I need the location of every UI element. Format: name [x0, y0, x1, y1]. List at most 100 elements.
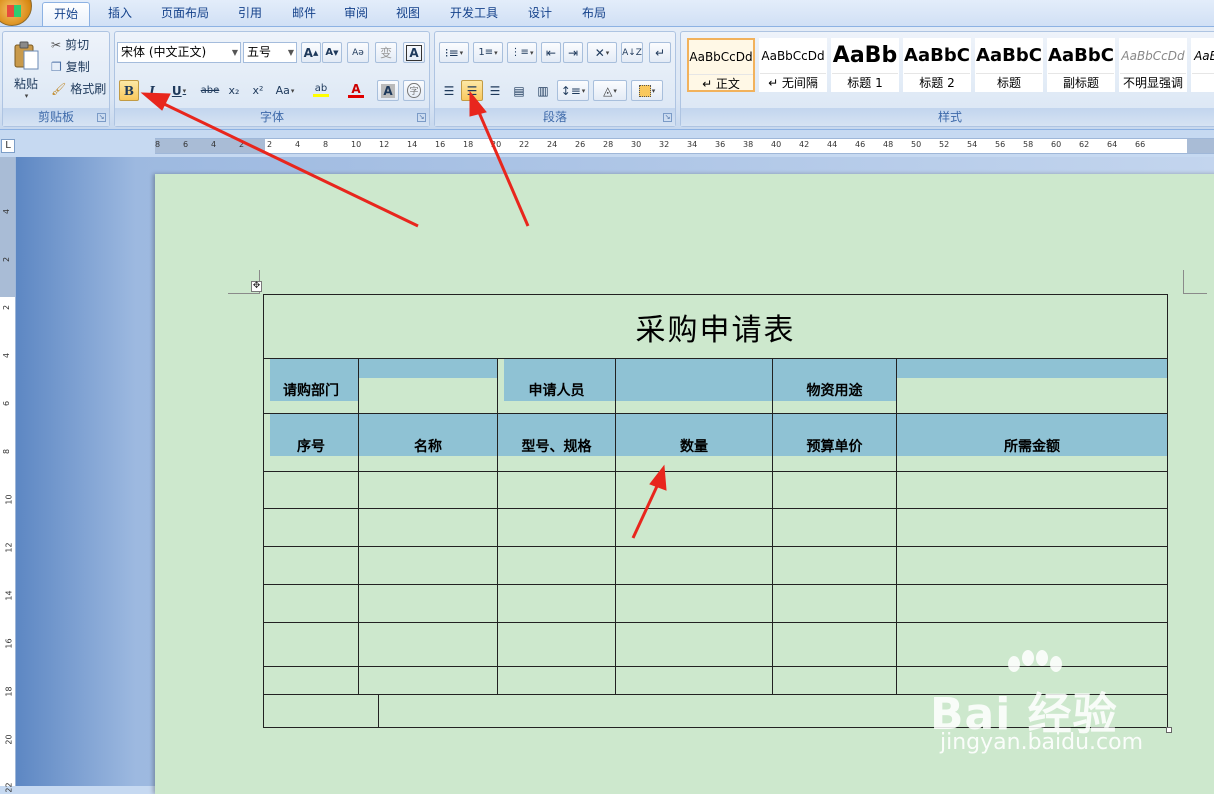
- table-header-cell[interactable]: 预算单价: [772, 413, 897, 472]
- table-cell[interactable]: [895, 358, 1169, 414]
- font-name-combo[interactable]: 宋体 (中文正文) ▼: [117, 42, 241, 63]
- table-cell[interactable]: [497, 622, 616, 667]
- table-cell[interactable]: [895, 471, 1169, 509]
- table-header-cell[interactable]: 所需金额: [895, 413, 1169, 472]
- change-case-button[interactable]: Aa ▾: [271, 80, 299, 101]
- tab-insert[interactable]: 插入: [100, 2, 140, 26]
- decrease-indent-button[interactable]: ⇤: [541, 42, 561, 63]
- table-cell[interactable]: [497, 508, 616, 547]
- table-cell[interactable]: [358, 358, 498, 414]
- style-no-spacing[interactable]: AaBbCcDd ↵ 无间隔: [759, 38, 827, 92]
- table-move-handle-icon[interactable]: ✥: [251, 281, 262, 292]
- paragraph-launcher-icon[interactable]: ↘: [663, 113, 672, 122]
- table-title[interactable]: 采购申请表: [262, 294, 1169, 359]
- tab-design[interactable]: 设计: [518, 2, 562, 26]
- table-cell[interactable]: [772, 546, 897, 585]
- sort-button[interactable]: A↓Z: [621, 42, 643, 63]
- table-cell[interactable]: [497, 471, 616, 509]
- table-cell[interactable]: [263, 471, 359, 509]
- character-border-button[interactable]: A: [403, 42, 425, 63]
- table-cell[interactable]: [497, 666, 616, 695]
- multilevel-list-button[interactable]: ⋮≡ ▾: [507, 42, 537, 63]
- strikethrough-button[interactable]: abe: [199, 80, 221, 101]
- table-cell[interactable]: [358, 471, 498, 509]
- style-title[interactable]: AaBbC 标题: [975, 38, 1043, 92]
- character-shading-button[interactable]: A: [377, 80, 399, 101]
- bold-button[interactable]: B: [119, 80, 139, 101]
- show-marks-button[interactable]: ↵: [649, 42, 671, 63]
- table-cell[interactable]: [772, 508, 897, 547]
- table-cell[interactable]: [772, 666, 897, 695]
- table-cell[interactable]: [615, 584, 773, 623]
- vertical-ruler[interactable]: 4 2 2 4 6 8 10 12 14 16 18 20 22: [0, 157, 16, 793]
- table-cell[interactable]: [358, 666, 498, 695]
- format-painter-button[interactable]: 🖌 格式刷: [51, 80, 106, 97]
- table-header-cell[interactable]: 型号、规格: [497, 413, 616, 472]
- tab-references[interactable]: 引用: [228, 2, 272, 26]
- phonetic-guide-button[interactable]: 变: [375, 42, 397, 63]
- table-cell[interactable]: [358, 584, 498, 623]
- font-size-combo[interactable]: 五号 ▼: [243, 42, 297, 63]
- table-cell[interactable]: [263, 666, 359, 695]
- table-cell[interactable]: [263, 508, 359, 547]
- copy-button[interactable]: ❐ 复制: [51, 58, 90, 75]
- table-cell[interactable]: [497, 546, 616, 585]
- style-emphasis[interactable]: AaB: [1191, 38, 1214, 92]
- style-heading-2[interactable]: AaBbC 标题 2: [903, 38, 971, 92]
- subscript-button[interactable]: x₂: [223, 80, 245, 101]
- table-header-cell[interactable]: 名称: [358, 413, 498, 472]
- tab-selector-button[interactable]: L: [1, 139, 15, 153]
- tab-home[interactable]: 开始: [42, 2, 90, 26]
- style-subtitle[interactable]: AaBbC 副标题: [1047, 38, 1115, 92]
- tab-review[interactable]: 审阅: [334, 2, 378, 26]
- enclose-characters-button[interactable]: 字: [403, 80, 425, 101]
- table-cell[interactable]: [615, 546, 773, 585]
- table-cell[interactable]: [772, 471, 897, 509]
- table-header-cell[interactable]: 序号: [263, 413, 359, 472]
- underline-button[interactable]: U ▾: [165, 80, 193, 101]
- table-cell[interactable]: [615, 358, 773, 414]
- table-cell[interactable]: [895, 584, 1169, 623]
- chinese-layout-button[interactable]: ✕ ▾: [587, 42, 617, 63]
- tab-layout[interactable]: 布局: [570, 2, 618, 26]
- line-spacing-button[interactable]: ↕≡ ▾: [557, 80, 589, 101]
- style-subtle-emphasis[interactable]: AaBbCcDd 不明显强调: [1119, 38, 1187, 92]
- align-left-button[interactable]: ☰: [439, 80, 459, 101]
- table-cell[interactable]: [615, 508, 773, 547]
- horizontal-ruler[interactable]: 8 6 4 2 2 4 8 10 12 14 16 18 20 22 24 26 28 30 32 34 36 38 40 4…: [155, 138, 1214, 154]
- table-cell[interactable]: [615, 471, 773, 509]
- table-cell[interactable]: [358, 508, 498, 547]
- table-cell[interactable]: 物资用途: [772, 358, 897, 414]
- justify-button[interactable]: ▤: [509, 80, 529, 101]
- table-cell[interactable]: 申请人员: [497, 358, 616, 414]
- tab-page-layout[interactable]: 页面布局: [152, 2, 218, 26]
- tab-view[interactable]: 视图: [386, 2, 430, 26]
- clipboard-launcher-icon[interactable]: ↘: [97, 113, 106, 122]
- increase-indent-button[interactable]: ⇥: [563, 42, 583, 63]
- table-cell[interactable]: [895, 508, 1169, 547]
- shrink-font-button[interactable]: A ▼: [322, 42, 342, 63]
- table-cell[interactable]: [615, 666, 773, 695]
- table-cell[interactable]: [615, 622, 773, 667]
- style-normal[interactable]: AaBbCcDd ↵ 正文: [687, 38, 755, 92]
- clear-format-button[interactable]: Aə: [347, 42, 369, 63]
- style-heading-1[interactable]: AaBb 标题 1: [831, 38, 899, 92]
- tab-developer[interactable]: 开发工具: [440, 2, 508, 26]
- table-cell[interactable]: [358, 546, 498, 585]
- table-cell[interactable]: [895, 546, 1169, 585]
- office-button[interactable]: [0, 0, 32, 26]
- table-cell[interactable]: [263, 546, 359, 585]
- paste-dropdown-icon[interactable]: ▾: [25, 92, 29, 100]
- table-cell[interactable]: [263, 584, 359, 623]
- grow-font-button[interactable]: A ▲: [301, 42, 321, 63]
- align-center-button[interactable]: ☰: [461, 80, 483, 101]
- borders-button[interactable]: ▾: [631, 80, 663, 101]
- distributed-button[interactable]: ▥: [533, 80, 553, 101]
- tab-mailings[interactable]: 邮件: [282, 2, 326, 26]
- superscript-button[interactable]: x²: [247, 80, 269, 101]
- italic-button[interactable]: I: [142, 80, 162, 101]
- table-cell[interactable]: [358, 622, 498, 667]
- table-header-cell[interactable]: 数量: [615, 413, 773, 472]
- numbering-button[interactable]: 1≡ ▾: [473, 42, 503, 63]
- table-cell[interactable]: 请购部门: [263, 358, 359, 414]
